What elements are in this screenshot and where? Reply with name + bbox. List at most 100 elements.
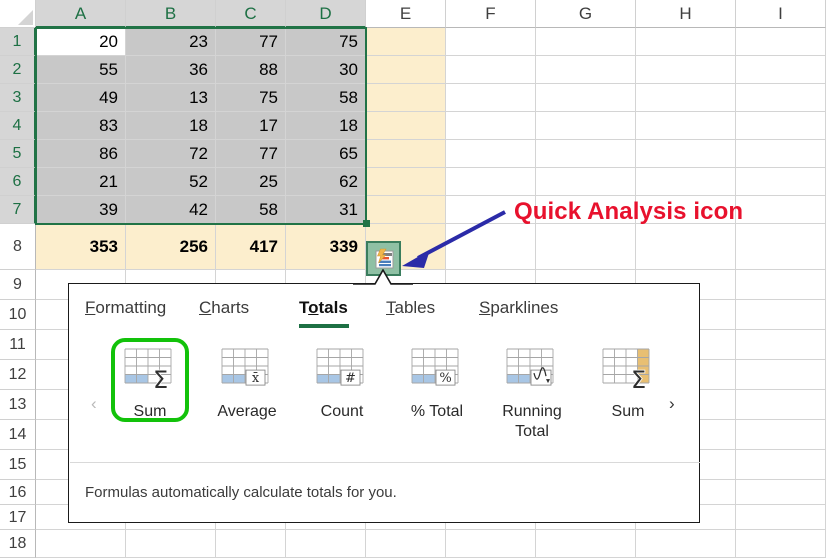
cell-I13[interactable] <box>736 390 826 420</box>
cell-F8[interactable] <box>446 224 536 270</box>
tab-charts[interactable]: Charts <box>199 298 249 318</box>
cell-C8[interactable]: 417 <box>216 224 286 270</box>
selection-fill-handle[interactable] <box>363 220 370 227</box>
cell-A18[interactable] <box>36 530 126 558</box>
cell-A3[interactable]: 49 <box>36 84 126 112</box>
row-header-8[interactable]: 8 <box>0 224 36 270</box>
cell-E2[interactable] <box>366 56 446 84</box>
cell-D5[interactable]: 65 <box>286 140 366 168</box>
column-header-i[interactable]: I <box>736 0 826 28</box>
cell-I16[interactable] <box>736 480 826 505</box>
quick-analysis-button[interactable] <box>366 241 401 276</box>
cell-D3[interactable]: 58 <box>286 84 366 112</box>
cell-I14[interactable] <box>736 420 826 450</box>
cell-D7[interactable]: 31 <box>286 196 366 224</box>
row-header-1[interactable]: 1 <box>0 28 36 56</box>
cell-G2[interactable] <box>536 56 636 84</box>
cell-I11[interactable] <box>736 330 826 360</box>
cell-D2[interactable]: 30 <box>286 56 366 84</box>
cell-G4[interactable] <box>536 112 636 140</box>
cell-I1[interactable] <box>736 28 826 56</box>
quick-analysis-option-running-total-icon[interactable]: Running Total <box>489 344 575 442</box>
cell-B7[interactable]: 42 <box>126 196 216 224</box>
row-header-3[interactable]: 3 <box>0 84 36 112</box>
cell-I7[interactable] <box>736 196 826 224</box>
row-header-16[interactable]: 16 <box>0 480 36 505</box>
cell-F6[interactable] <box>446 168 536 196</box>
cell-B6[interactable]: 52 <box>126 168 216 196</box>
row-header-5[interactable]: 5 <box>0 140 36 168</box>
cell-D1[interactable]: 75 <box>286 28 366 56</box>
cell-C7[interactable]: 58 <box>216 196 286 224</box>
cell-E5[interactable] <box>366 140 446 168</box>
cell-B2[interactable]: 36 <box>126 56 216 84</box>
cell-A1[interactable]: 20 <box>36 28 126 56</box>
quick-analysis-option-percent-total-icon[interactable]: % % Total <box>394 344 480 422</box>
cell-B18[interactable] <box>126 530 216 558</box>
row-header-9[interactable]: 9 <box>0 270 36 300</box>
cell-F18[interactable] <box>446 530 536 558</box>
cell-A6[interactable]: 21 <box>36 168 126 196</box>
row-header-2[interactable]: 2 <box>0 56 36 84</box>
cell-I6[interactable] <box>736 168 826 196</box>
column-header-b[interactable]: B <box>126 0 216 28</box>
cell-E6[interactable] <box>366 168 446 196</box>
cell-H18[interactable] <box>636 530 736 558</box>
cell-C2[interactable]: 88 <box>216 56 286 84</box>
cell-H4[interactable] <box>636 112 736 140</box>
cell-C18[interactable] <box>216 530 286 558</box>
row-header-10[interactable]: 10 <box>0 300 36 330</box>
cell-B8[interactable]: 256 <box>126 224 216 270</box>
cell-I9[interactable] <box>736 270 826 300</box>
cell-I5[interactable] <box>736 140 826 168</box>
cell-I8[interactable] <box>736 224 826 270</box>
cell-F2[interactable] <box>446 56 536 84</box>
row-header-17[interactable]: 17 <box>0 505 36 530</box>
row-header-12[interactable]: 12 <box>0 360 36 390</box>
cell-E18[interactable] <box>366 530 446 558</box>
row-header-7[interactable]: 7 <box>0 196 36 224</box>
column-header-g[interactable]: G <box>536 0 636 28</box>
tab-totals[interactable]: Totals <box>299 298 348 318</box>
cell-F1[interactable] <box>446 28 536 56</box>
cell-A8[interactable]: 353 <box>36 224 126 270</box>
cell-A2[interactable]: 55 <box>36 56 126 84</box>
cell-F4[interactable] <box>446 112 536 140</box>
quick-analysis-option-average-icon[interactable]: x̄ Average <box>204 344 290 422</box>
cell-E1[interactable] <box>366 28 446 56</box>
cell-D18[interactable] <box>286 530 366 558</box>
column-header-h[interactable]: H <box>636 0 736 28</box>
column-header-d[interactable]: D <box>286 0 366 28</box>
tab-formatting[interactable]: Formatting <box>85 298 166 318</box>
cell-H6[interactable] <box>636 168 736 196</box>
cell-A4[interactable]: 83 <box>36 112 126 140</box>
cell-C6[interactable]: 25 <box>216 168 286 196</box>
cell-C5[interactable]: 77 <box>216 140 286 168</box>
tab-tables[interactable]: Tables <box>386 298 435 318</box>
cell-A5[interactable]: 86 <box>36 140 126 168</box>
cell-A7[interactable]: 39 <box>36 196 126 224</box>
cell-F5[interactable] <box>446 140 536 168</box>
cell-C1[interactable]: 77 <box>216 28 286 56</box>
prev-page-chevron-icon[interactable]: ‹ <box>91 394 97 414</box>
quick-analysis-option-count-icon[interactable]: # Count <box>299 344 385 422</box>
cell-E3[interactable] <box>366 84 446 112</box>
column-header-c[interactable]: C <box>216 0 286 28</box>
cell-B3[interactable]: 13 <box>126 84 216 112</box>
cell-H8[interactable] <box>636 224 736 270</box>
next-page-chevron-icon[interactable]: › <box>669 394 675 414</box>
row-header-11[interactable]: 11 <box>0 330 36 360</box>
cell-I10[interactable] <box>736 300 826 330</box>
column-header-e[interactable]: E <box>366 0 446 28</box>
cell-G5[interactable] <box>536 140 636 168</box>
cell-G6[interactable] <box>536 168 636 196</box>
cell-I2[interactable] <box>736 56 826 84</box>
cell-F3[interactable] <box>446 84 536 112</box>
row-header-15[interactable]: 15 <box>0 450 36 480</box>
cell-H1[interactable] <box>636 28 736 56</box>
cell-I3[interactable] <box>736 84 826 112</box>
cell-I17[interactable] <box>736 505 826 530</box>
cell-I4[interactable] <box>736 112 826 140</box>
cell-H3[interactable] <box>636 84 736 112</box>
cell-H5[interactable] <box>636 140 736 168</box>
